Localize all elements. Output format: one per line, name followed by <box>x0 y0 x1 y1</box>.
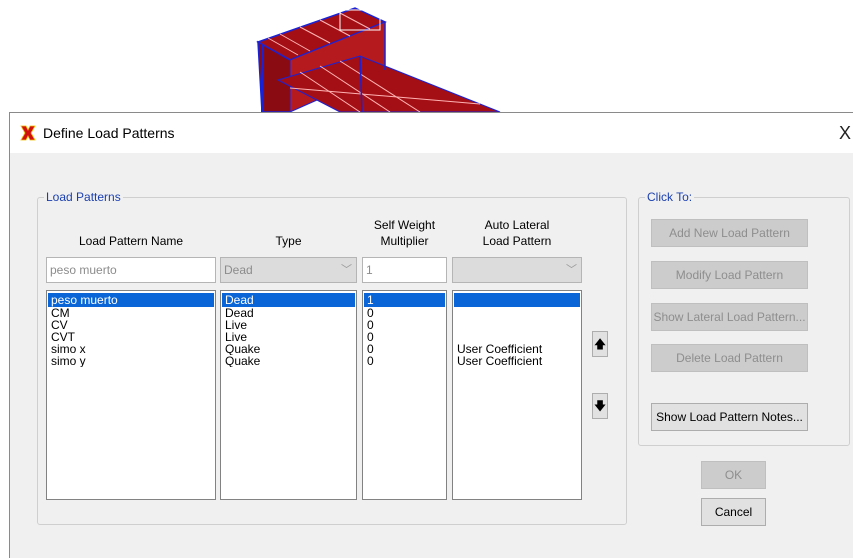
auto-lateral-list[interactable]: User Coefficient User Coefficient <box>452 290 582 500</box>
move-up-button[interactable]: 🡅 <box>592 331 608 357</box>
arrow-up-icon: 🡅 <box>593 337 607 351</box>
sap2000-app-icon <box>20 125 36 141</box>
header-self-weight-line2: Multiplier <box>380 234 429 248</box>
auto-lateral-dropdown[interactable]: ﹀ <box>452 257 582 283</box>
type-list-item[interactable]: Dead <box>222 307 355 319</box>
define-load-patterns-dialog: Define Load Patterns X Load Patterns Loa… <box>9 112 853 558</box>
auto-lateral-list-item[interactable] <box>454 307 580 319</box>
arrow-down-icon: 🡇 <box>593 399 607 413</box>
auto-lateral-list-item[interactable] <box>454 331 580 343</box>
name-list-item[interactable]: CV <box>48 319 214 331</box>
type-list[interactable]: Dead Dead Live Live Quake Quake <box>220 290 357 500</box>
name-list-item[interactable]: simo y <box>48 355 214 367</box>
auto-lateral-list-item[interactable] <box>454 319 580 331</box>
auto-lateral-list-item[interactable]: User Coefficient <box>454 343 580 355</box>
multiplier-list[interactable]: 100000 <box>362 290 447 500</box>
header-auto-lateral-line2: Load Pattern <box>482 234 552 248</box>
click-to-legend: Click To: <box>645 190 695 204</box>
multiplier-list-item[interactable]: 0 <box>364 355 445 367</box>
load-patterns-legend: Load Patterns <box>44 190 123 204</box>
multiplier-list-item[interactable]: 0 <box>364 331 445 343</box>
header-self-weight-line1: Self Weight <box>373 218 436 232</box>
load-pattern-name-input[interactable]: peso muerto <box>46 257 216 283</box>
multiplier-list-item[interactable]: 0 <box>364 343 445 355</box>
type-dropdown[interactable]: Dead ﹀ <box>220 257 357 283</box>
title-bar: Define Load Patterns X <box>10 113 853 153</box>
multiplier-list-item[interactable]: 1 <box>364 293 445 307</box>
ok-button[interactable]: OK <box>701 461 766 489</box>
chevron-down-icon: ﹀ <box>341 264 352 276</box>
type-list-item[interactable]: Live <box>222 319 355 331</box>
name-list-item[interactable]: CM <box>48 307 214 319</box>
type-list-item[interactable]: Dead <box>222 293 355 307</box>
multiplier-list-item[interactable]: 0 <box>364 319 445 331</box>
close-icon[interactable]: X <box>839 119 853 147</box>
name-list-item[interactable]: simo x <box>48 343 214 355</box>
move-down-button[interactable]: 🡇 <box>592 393 608 419</box>
type-list-item[interactable]: Quake <box>222 355 355 367</box>
type-list-item[interactable]: Live <box>222 331 355 343</box>
cancel-button[interactable]: Cancel <box>701 498 766 526</box>
header-type: Type <box>275 234 302 248</box>
show-lateral-load-pattern-button[interactable]: Show Lateral Load Pattern... <box>651 303 808 331</box>
name-list-item[interactable]: CVT <box>48 331 214 343</box>
header-load-pattern-name: Load Pattern Name <box>78 234 184 248</box>
type-dropdown-value: Dead <box>224 263 253 277</box>
modify-load-pattern-button[interactable]: Modify Load Pattern <box>651 261 808 289</box>
auto-lateral-list-item[interactable]: User Coefficient <box>454 355 580 367</box>
delete-load-pattern-button[interactable]: Delete Load Pattern <box>651 344 808 372</box>
structure-3d-model <box>256 7 501 112</box>
add-new-load-pattern-button[interactable]: Add New Load Pattern <box>651 219 808 247</box>
header-auto-lateral-line1: Auto Lateral <box>484 218 550 232</box>
chevron-down-icon: ﹀ <box>566 264 577 276</box>
multiplier-list-item[interactable]: 0 <box>364 307 445 319</box>
auto-lateral-list-item[interactable] <box>454 293 580 307</box>
name-list[interactable]: peso muerto CM CV CVT simo x simo y <box>46 290 216 500</box>
name-list-item[interactable]: peso muerto <box>48 293 214 307</box>
show-load-pattern-notes-button[interactable]: Show Load Pattern Notes... <box>651 403 808 431</box>
self-weight-multiplier-input[interactable]: 1 <box>362 257 447 283</box>
type-list-item[interactable]: Quake <box>222 343 355 355</box>
window-title: Define Load Patterns <box>43 125 175 141</box>
